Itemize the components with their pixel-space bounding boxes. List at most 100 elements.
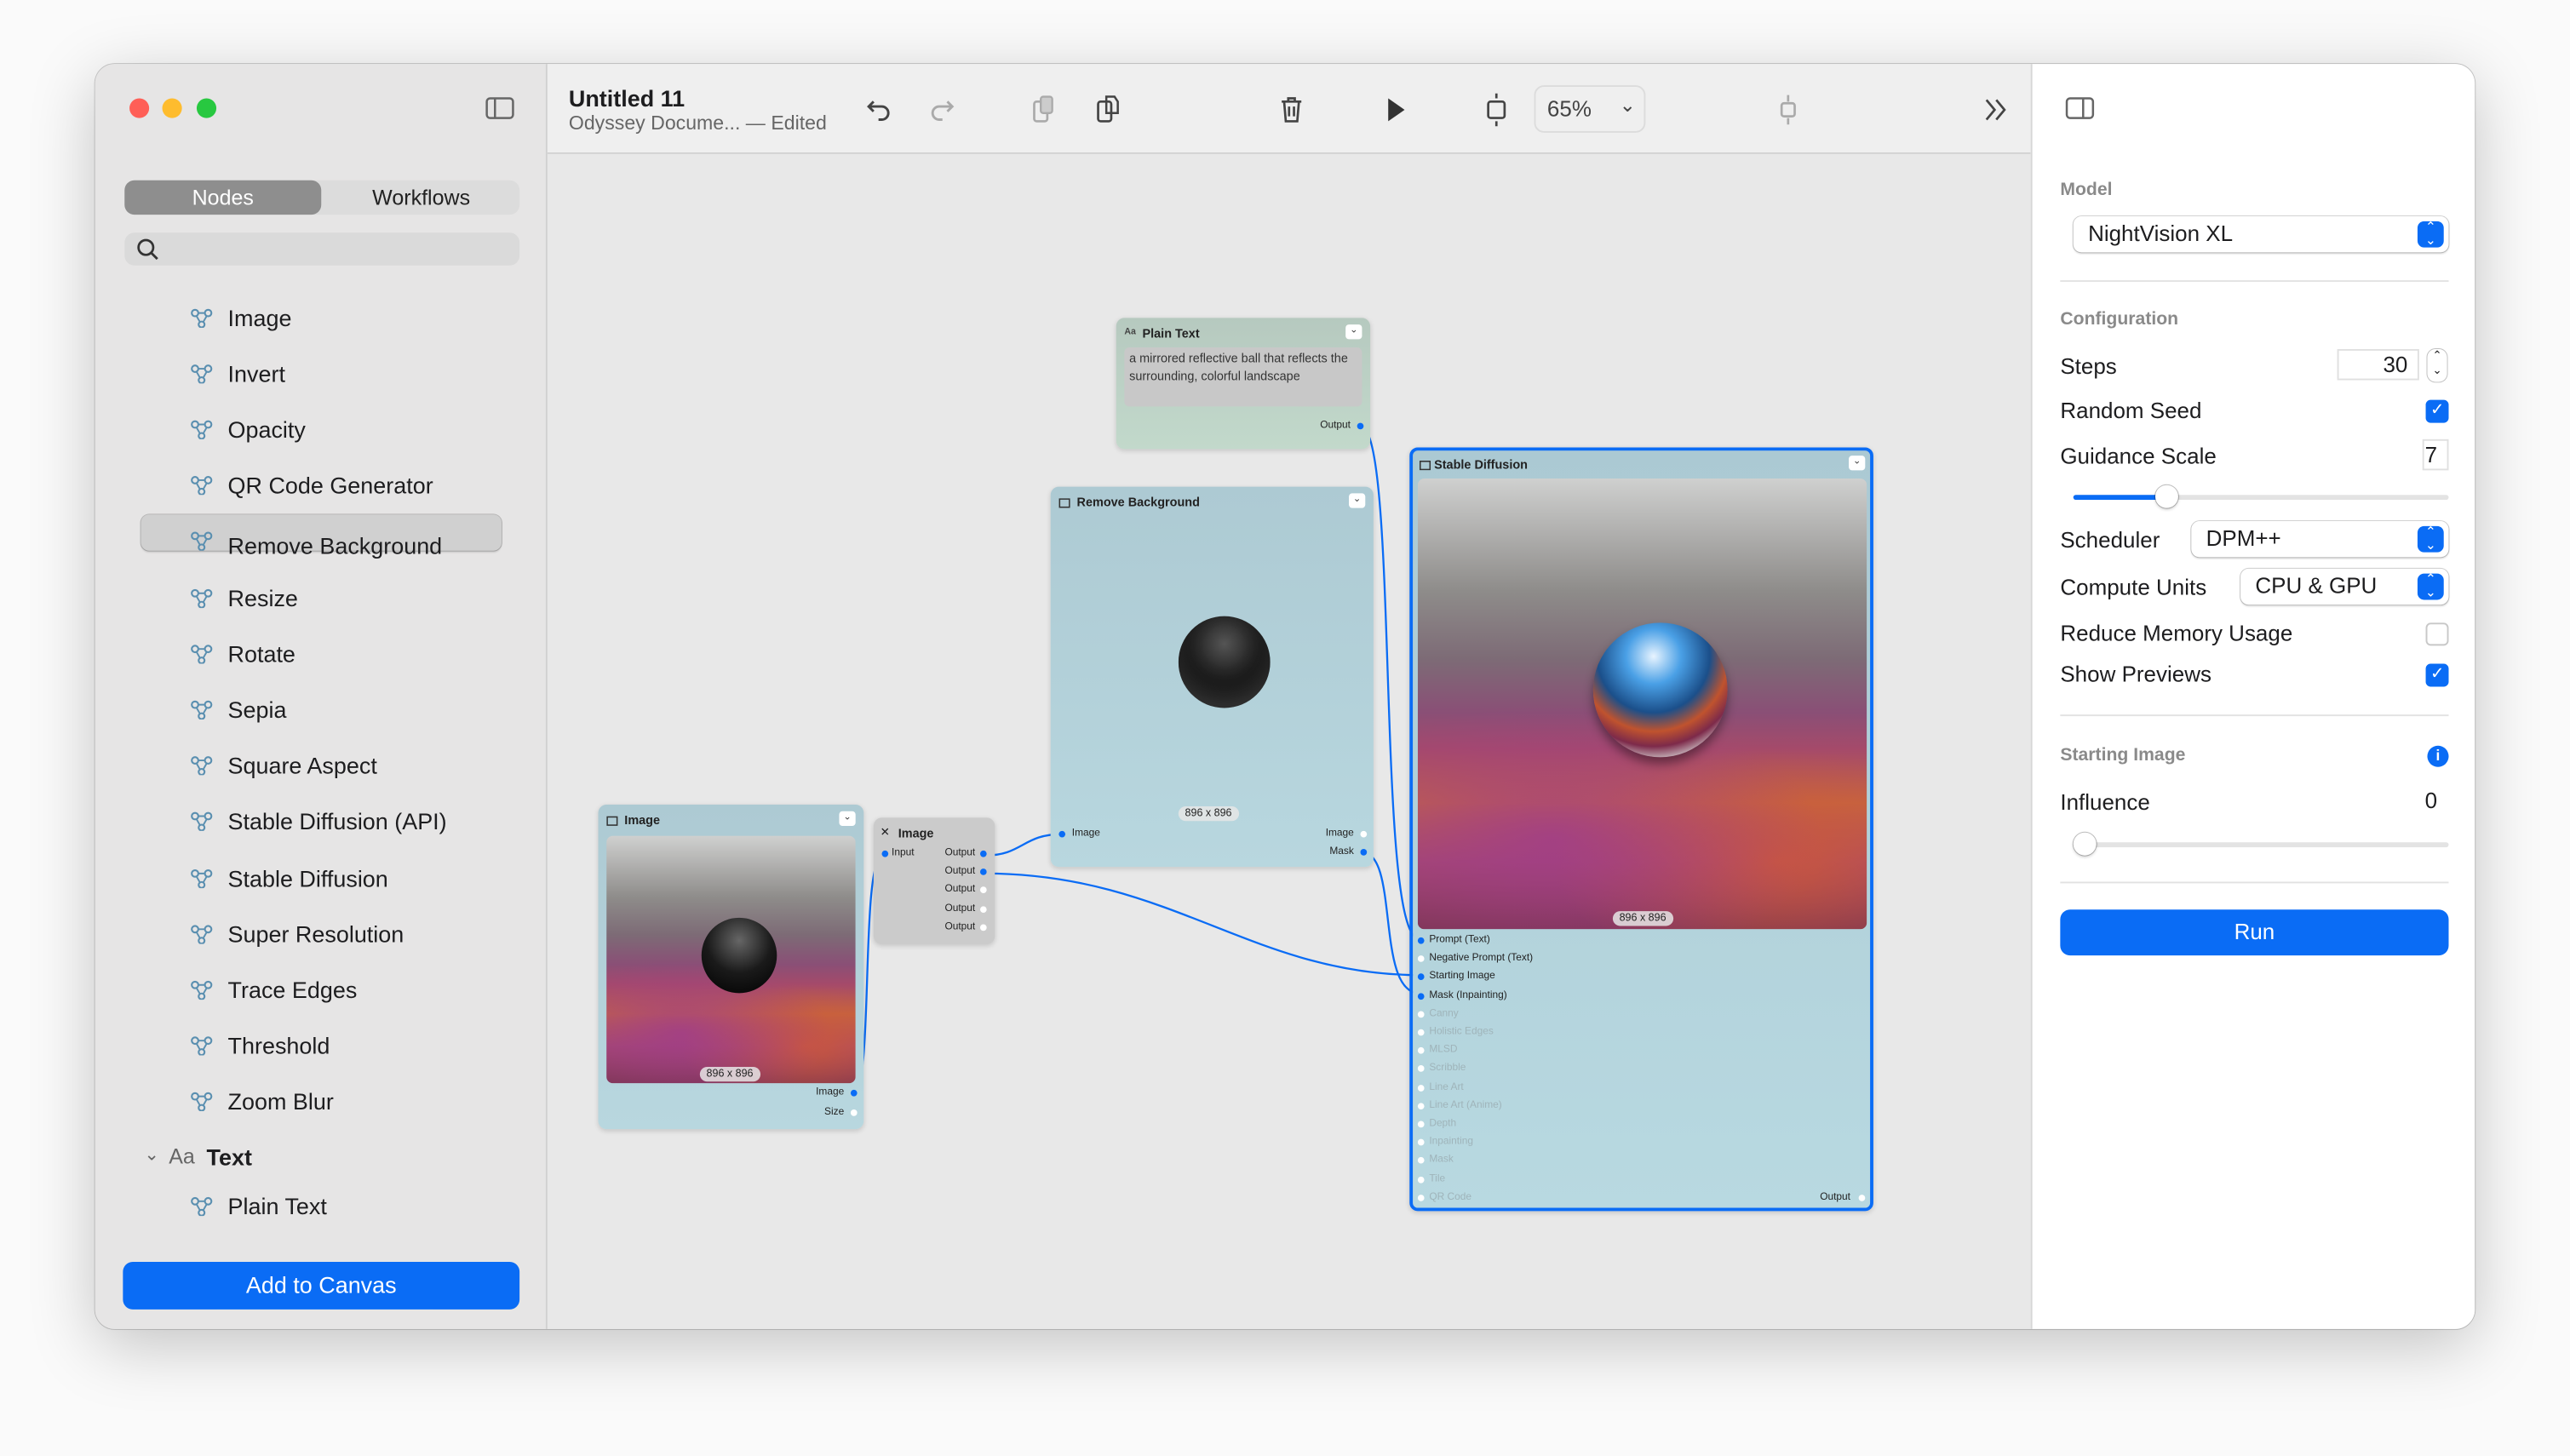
input-port[interactable] [1417,955,1425,963]
input-port[interactable] [1417,937,1425,944]
reduce-memory-checkbox[interactable] [2425,622,2449,646]
input-port[interactable] [1417,1029,1425,1036]
sidebar-item-opacity[interactable]: Opacity [141,403,502,457]
output-port[interactable] [1858,1195,1866,1201]
output-port[interactable] [1360,848,1368,856]
input-port[interactable] [1058,830,1066,838]
prompt-textarea[interactable]: a mirrored reflective ball that reflects… [1124,347,1362,407]
input-port[interactable] [1417,1121,1425,1128]
input-port[interactable] [1417,992,1425,1000]
input-port[interactable] [1417,1139,1425,1146]
play-icon[interactable] [1377,92,1413,128]
port-label: Output [944,865,976,878]
fit-to-canvas-icon[interactable] [1478,92,1514,128]
steps-stepper[interactable]: ⌃ ⌄ [2427,349,2447,381]
input-port[interactable] [1417,1047,1425,1054]
tab-nodes[interactable]: Nodes [124,180,322,215]
chevron-down-icon[interactable]: ⌄ [144,1144,159,1165]
output-port[interactable] [979,924,987,931]
sidebar-item-plain-text[interactable]: Plain Text [141,1180,502,1235]
output-port[interactable] [979,868,987,876]
info-icon[interactable]: i [2427,745,2449,767]
sidebar-item-resize[interactable]: Resize [141,571,502,626]
output-port[interactable] [1357,422,1364,430]
sidebar-item-stable-diffusion[interactable]: Stable Diffusion [141,851,502,906]
run-button[interactable]: Run [2060,909,2449,956]
influence-field[interactable]: 0 [2422,784,2449,817]
input-port[interactable] [1417,1065,1425,1073]
sidebar-item-trace-edges[interactable]: Trace Edges [141,964,502,1018]
zoom-select[interactable]: 65% ⌄ [1534,85,1646,133]
input-port[interactable] [1417,1176,1425,1183]
guidance-scale-field[interactable]: 7 [2422,439,2449,471]
updown-chevron-icon: ⌃ ⌄ [2417,573,2444,600]
random-seed-checkbox[interactable]: ✓ [2425,399,2449,423]
paste-icon[interactable] [1090,92,1126,128]
sidebar-item-stable-diffusion-api[interactable]: Stable Diffusion (API) [141,795,502,850]
sidebar-toggle-icon[interactable] [485,97,515,120]
search-input[interactable] [124,232,520,266]
node-graph-icon [191,812,213,832]
text-group-label[interactable]: Text [207,1144,252,1170]
sidebar-item-remove-background[interactable]: Remove Background [141,514,502,559]
input-port[interactable] [1417,1084,1425,1092]
show-previews-checkbox[interactable]: ✓ [2425,663,2449,687]
input-port[interactable] [1417,1011,1425,1017]
remove-background-node[interactable]: Remove Background ⌄ 896 x 896 Image Imag… [1050,486,1374,868]
input-port[interactable] [1417,974,1425,981]
sidebar-item-rotate[interactable]: Rotate [141,628,502,682]
scheduler-label: Scheduler [2060,527,2160,553]
chevrons-right-icon[interactable] [1978,92,2014,128]
undo-icon[interactable] [862,92,898,128]
sidebar-item-zoom-blur[interactable]: Zoom Blur [141,1075,502,1130]
image-utility-node[interactable]: ✕ Image Input Output Output Output Output Ou… [873,817,995,944]
sidebar-item-qr-code-generator[interactable]: QR Code Generator [141,459,502,513]
sidebar-item-image[interactable]: Image [141,291,502,346]
stable-diffusion-node[interactable]: Stable Diffusion ⌄ 896 x 896 Prompt (Tex… [1409,447,1873,1212]
plain-text-node[interactable]: Aa Plain Text ⌄ a mirrored reflective ba… [1116,318,1371,450]
steps-field[interactable]: 30 [2337,348,2419,381]
input-port[interactable] [1417,1157,1425,1165]
node-menu-button[interactable]: ⌄ [1345,324,1362,340]
output-port[interactable] [850,1109,858,1116]
slider-thumb[interactable] [2155,484,2179,508]
node-canvas[interactable]: Aa Plain Text ⌄ a mirrored reflective ba… [547,153,2031,1329]
guidance-scale-slider[interactable] [2073,484,2449,508]
output-port[interactable] [979,887,987,894]
sidebar-item-label: Invert [227,359,285,387]
redo-icon[interactable] [923,92,959,128]
sidebar-item-sepia[interactable]: Sepia [141,683,502,737]
sidebar-item-square-aspect[interactable]: Square Aspect [141,739,502,794]
model-select[interactable]: NightVision XL ⌃ ⌄ [2073,216,2449,253]
sidebar-item-invert[interactable]: Invert [141,347,502,401]
output-port[interactable] [979,850,987,857]
node-graph-icon [191,980,213,1000]
input-port[interactable] [1417,1102,1425,1109]
tab-workflows[interactable]: Workflows [323,181,519,215]
trash-icon[interactable] [1273,92,1309,128]
minimize-button[interactable] [162,98,182,118]
node-menu-button[interactable]: ⌄ [839,811,856,827]
input-port[interactable] [881,850,889,857]
node-menu-button[interactable]: ⌄ [1849,456,1866,471]
compute-units-select[interactable]: CPU & GPU ⌃ ⌄ [2240,568,2449,605]
output-port[interactable] [979,905,987,913]
add-to-canvas-button[interactable]: Add to Canvas [123,1262,520,1310]
sidebar-item-threshold[interactable]: Threshold [141,1019,502,1074]
copy-icon[interactable] [1026,92,1062,128]
input-port[interactable] [1417,1194,1425,1201]
node-menu-button[interactable]: ⌄ [1349,493,1366,508]
sidebar-item-super-resolution[interactable]: Super Resolution [141,908,502,962]
image-source-node[interactable]: Image ⌄ 896 x 896 Image Size [598,805,864,1130]
slider-thumb[interactable] [2073,832,2097,856]
close-button[interactable] [129,98,150,118]
input-port-label: Depth [1429,1117,1457,1130]
output-port[interactable] [850,1089,858,1097]
zoom-button[interactable] [196,98,217,118]
sidebar-item-label: Super Resolution [227,920,404,947]
influence-slider[interactable] [2073,832,2449,856]
output-port[interactable] [1360,830,1368,838]
inspector-toggle-icon[interactable] [2065,97,2095,120]
center-canvas-icon[interactable] [1770,92,1806,128]
scheduler-select[interactable]: DPM++ ⌃ ⌄ [2191,521,2449,558]
